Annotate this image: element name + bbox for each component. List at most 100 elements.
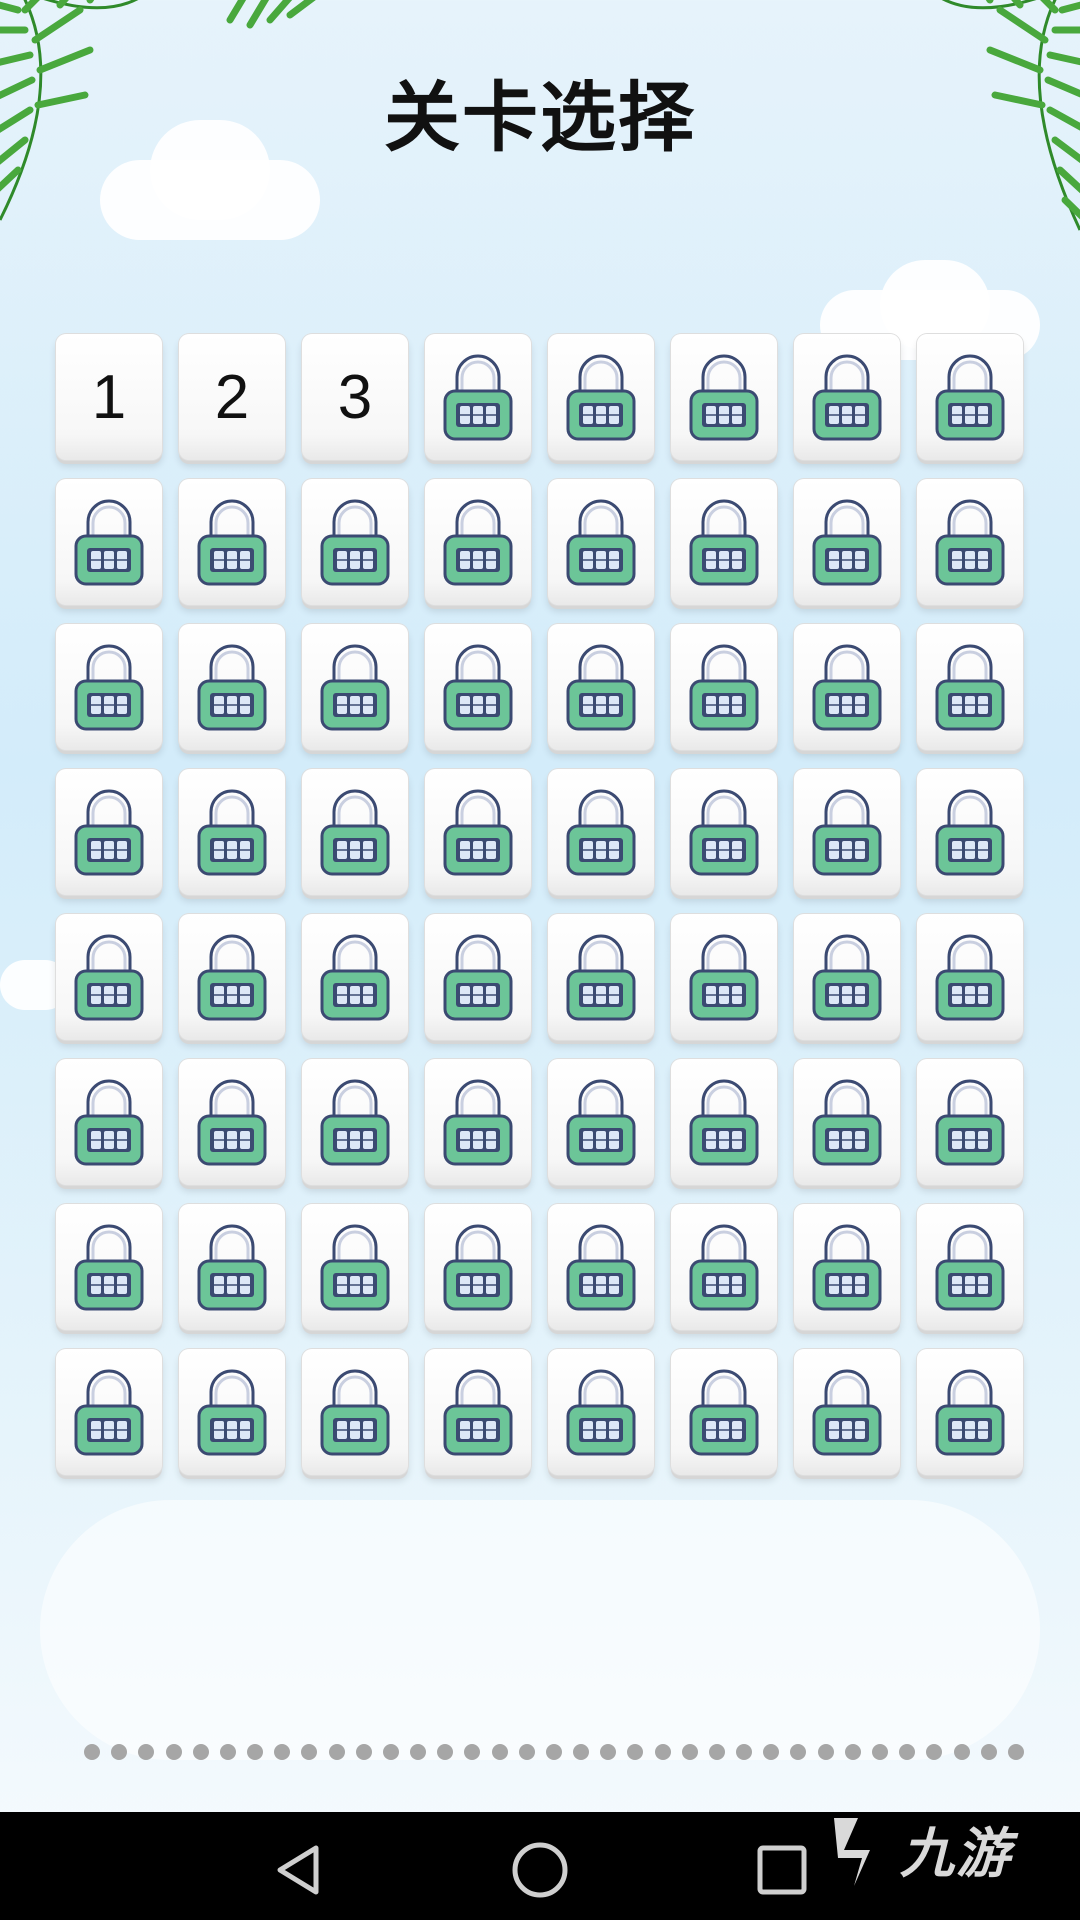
page-dot — [247, 1744, 264, 1760]
locked-level-tile[interactable] — [179, 1059, 285, 1185]
level-tile-2[interactable]: 2 — [179, 334, 285, 460]
back-nav-button[interactable] — [268, 1840, 328, 1900]
lock-icon — [197, 1079, 267, 1166]
locked-level-tile[interactable] — [425, 1059, 531, 1185]
locked-level-tile[interactable] — [917, 334, 1023, 460]
locked-level-tile[interactable] — [671, 914, 777, 1040]
lock-icon — [443, 1369, 513, 1456]
locked-level-tile[interactable] — [671, 1059, 777, 1185]
page-indicator — [84, 1744, 1024, 1760]
lock-icon — [935, 1079, 1005, 1166]
locked-level-tile[interactable] — [917, 914, 1023, 1040]
locked-level-tile[interactable] — [917, 1059, 1023, 1185]
locked-level-tile[interactable] — [425, 914, 531, 1040]
locked-level-tile[interactable] — [548, 1204, 654, 1330]
locked-level-tile[interactable] — [794, 1349, 900, 1475]
locked-level-tile[interactable] — [179, 1204, 285, 1330]
locked-level-tile[interactable] — [425, 1349, 531, 1475]
locked-level-tile[interactable] — [179, 914, 285, 1040]
lock-icon — [812, 354, 882, 441]
page-dot — [382, 1744, 399, 1760]
locked-level-tile[interactable] — [302, 1059, 408, 1185]
page-dot — [926, 1744, 943, 1760]
locked-level-tile[interactable] — [179, 1349, 285, 1475]
locked-level-tile[interactable] — [794, 769, 900, 895]
locked-level-tile[interactable] — [302, 624, 408, 750]
locked-level-tile[interactable] — [917, 624, 1023, 750]
locked-level-tile[interactable] — [425, 479, 531, 605]
locked-level-tile[interactable] — [794, 334, 900, 460]
level-tile-1[interactable]: 1 — [56, 334, 162, 460]
locked-level-tile[interactable] — [671, 624, 777, 750]
locked-level-tile[interactable] — [425, 1204, 531, 1330]
locked-level-tile[interactable] — [302, 914, 408, 1040]
locked-level-tile[interactable] — [56, 914, 162, 1040]
page-dot — [328, 1744, 345, 1760]
locked-level-tile[interactable] — [671, 334, 777, 460]
locked-level-tile[interactable] — [425, 624, 531, 750]
lock-icon — [443, 1079, 513, 1166]
locked-level-tile[interactable] — [671, 1349, 777, 1475]
locked-level-tile[interactable] — [794, 914, 900, 1040]
locked-level-tile[interactable] — [548, 334, 654, 460]
locked-level-tile[interactable] — [56, 1059, 162, 1185]
locked-level-tile[interactable] — [425, 769, 531, 895]
locked-level-tile[interactable] — [548, 624, 654, 750]
lock-icon — [812, 789, 882, 876]
locked-level-tile[interactable] — [917, 1204, 1023, 1330]
locked-level-tile[interactable] — [56, 624, 162, 750]
locked-level-tile[interactable] — [671, 769, 777, 895]
locked-level-tile[interactable] — [548, 1059, 654, 1185]
page-title: 关卡选择 — [384, 73, 696, 162]
locked-level-tile[interactable] — [302, 769, 408, 895]
page-dot — [464, 1744, 481, 1760]
lock-icon — [689, 1369, 759, 1456]
locked-level-tile[interactable] — [302, 479, 408, 605]
locked-level-tile[interactable] — [179, 769, 285, 895]
locked-level-tile[interactable] — [671, 1204, 777, 1330]
page-dot — [654, 1744, 671, 1760]
locked-level-tile[interactable] — [548, 769, 654, 895]
level-tile-3[interactable]: 3 — [302, 334, 408, 460]
locked-level-tile[interactable] — [548, 914, 654, 1040]
lock-icon — [935, 1224, 1005, 1311]
page-dot — [980, 1744, 997, 1760]
lock-icon — [566, 1224, 636, 1311]
locked-level-tile[interactable] — [794, 1204, 900, 1330]
locked-level-tile[interactable] — [917, 479, 1023, 605]
locked-level-tile[interactable] — [917, 1349, 1023, 1475]
lock-icon — [689, 1079, 759, 1166]
locked-level-tile[interactable] — [56, 479, 162, 605]
lock-icon — [320, 499, 390, 586]
locked-level-tile[interactable] — [179, 479, 285, 605]
page-dot — [165, 1744, 182, 1760]
locked-level-tile[interactable] — [917, 769, 1023, 895]
lock-icon — [812, 1224, 882, 1311]
locked-level-tile[interactable] — [548, 1349, 654, 1475]
recents-nav-button[interactable] — [752, 1840, 812, 1900]
locked-level-tile[interactable] — [794, 624, 900, 750]
lock-icon — [566, 789, 636, 876]
locked-level-tile[interactable] — [794, 1059, 900, 1185]
lock-icon — [320, 789, 390, 876]
locked-level-tile[interactable] — [56, 1204, 162, 1330]
page-dot — [491, 1744, 508, 1760]
locked-level-tile[interactable] — [302, 1204, 408, 1330]
lock-icon — [689, 1224, 759, 1311]
locked-level-tile[interactable] — [56, 1349, 162, 1475]
lock-icon — [935, 354, 1005, 441]
lock-icon — [74, 1079, 144, 1166]
page-dot — [437, 1744, 454, 1760]
locked-level-tile[interactable] — [671, 479, 777, 605]
page-dot — [84, 1744, 100, 1760]
page-dot — [274, 1744, 291, 1760]
locked-level-tile[interactable] — [548, 479, 654, 605]
locked-level-tile[interactable] — [794, 479, 900, 605]
lock-icon — [566, 354, 636, 441]
home-nav-button[interactable] — [510, 1840, 570, 1900]
locked-level-tile[interactable] — [179, 624, 285, 750]
locked-level-tile[interactable] — [56, 769, 162, 895]
page-dot — [953, 1744, 970, 1760]
locked-level-tile[interactable] — [302, 1349, 408, 1475]
locked-level-tile[interactable] — [425, 334, 531, 460]
